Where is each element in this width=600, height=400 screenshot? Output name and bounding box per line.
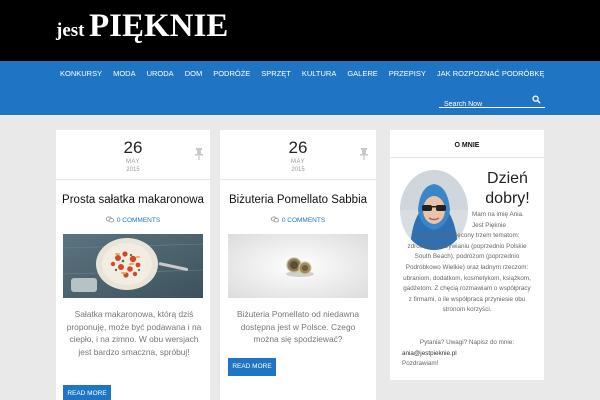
nav-item-uroda[interactable]: URODA	[147, 69, 174, 78]
nav-item-moda[interactable]: MODA	[113, 69, 136, 78]
post-card: 26 MAY 2015 Biżuteria Pomellato Sabbia 0…	[220, 130, 376, 400]
post-card: 26 MAY 2015 Prosta sałatka makaronowa 0 …	[56, 130, 210, 400]
nav-item-jak-rozpoznac-podrobke[interactable]: JAK ROZPOZNAĆ PODRÓBKĘ	[437, 69, 545, 78]
post-year: 2015	[126, 167, 140, 173]
about-contact: Pytania? Uwagi? Napisz do mnie: ania@jes…	[402, 338, 532, 370]
comments-count: 0 COMMENTS	[116, 217, 161, 224]
sign-off: Pozdrawiam!	[402, 360, 439, 367]
logo-big-text: PIĘKNIE	[88, 8, 229, 44]
post-excerpt: Sałatka makaronowa, którą dziś proponuję…	[66, 309, 202, 357]
search-box	[439, 93, 545, 112]
comments-link[interactable]: 0 COMMENTS	[220, 216, 376, 224]
post-day: 26	[123, 138, 143, 157]
nav-item-przepisy[interactable]: PRZEPISY	[389, 69, 426, 78]
post-excerpt: Biżuteria Pomellato od niedawna dostępna…	[237, 309, 359, 344]
post-thumbnail[interactable]	[63, 234, 203, 298]
about-text: Mam na imię Ania. Jest Pięknie to serwis…	[402, 210, 532, 316]
pasta-salad-image	[63, 234, 203, 298]
nav-links: KONKURSY MODA URODA DOM PODRÓŻE SPRZĘT K…	[60, 69, 555, 78]
post-date: 26 MAY 2015	[220, 130, 376, 180]
jewelry-image	[228, 234, 368, 298]
post-date: 26 MAY 2015	[56, 130, 210, 180]
comment-icon	[105, 216, 114, 223]
post-day: 26	[288, 138, 308, 157]
widget-title: O MNIE	[454, 142, 480, 149]
search-input[interactable]	[439, 97, 527, 112]
contact-email[interactable]: ania@jestpieknie.pl	[402, 349, 532, 360]
post-year: 2015	[291, 167, 305, 173]
pin-icon	[360, 148, 368, 160]
site-logo[interactable]: jest PIĘKNIE	[56, 8, 228, 45]
nav-item-konkursy[interactable]: KONKURSY	[60, 69, 102, 78]
post-month: MAY	[125, 159, 141, 165]
about-lead: Mam na imię Ania. Jest Pięknie	[472, 211, 524, 229]
top-bar: jest PIĘKNIE	[0, 0, 600, 61]
nav-item-podroze[interactable]: PODRÓŻE	[213, 69, 250, 78]
nav-item-dom[interactable]: DOM	[185, 69, 203, 78]
search-icon[interactable]	[532, 95, 541, 104]
post-title[interactable]: Prosta sałatka makaronowa	[56, 194, 210, 206]
divider	[390, 157, 544, 158]
greeting: Dzień dobry!	[485, 170, 530, 207]
about-body: to serwis poświęcony trzem tematom: zdro…	[403, 232, 531, 314]
contact-text: Pytania? Uwagi? Napisz do mnie:	[419, 339, 515, 346]
post-month: MAY	[290, 159, 306, 165]
about-widget: O MNIE Dzień dobry! Mam na imię Ania. Je…	[390, 130, 544, 380]
post-thumbnail[interactable]	[228, 234, 368, 298]
nav-item-kultura[interactable]: KULTURA	[302, 69, 336, 78]
logo-small-text: jest	[56, 20, 85, 41]
pin-icon	[195, 148, 203, 160]
comments-count: 0 COMMENTS	[281, 217, 326, 224]
comments-link[interactable]: 0 COMMENTS	[56, 216, 210, 224]
read-more-button[interactable]: READ MORE	[228, 358, 276, 376]
comment-icon	[270, 216, 279, 223]
post-title[interactable]: Biżuteria Pomellato Sabbia	[220, 194, 376, 206]
nav-item-sprzet[interactable]: SPRZĘT	[261, 69, 291, 78]
nav-item-galere[interactable]: GALERE	[347, 69, 377, 78]
read-more-button[interactable]: READ MORE	[63, 385, 111, 400]
